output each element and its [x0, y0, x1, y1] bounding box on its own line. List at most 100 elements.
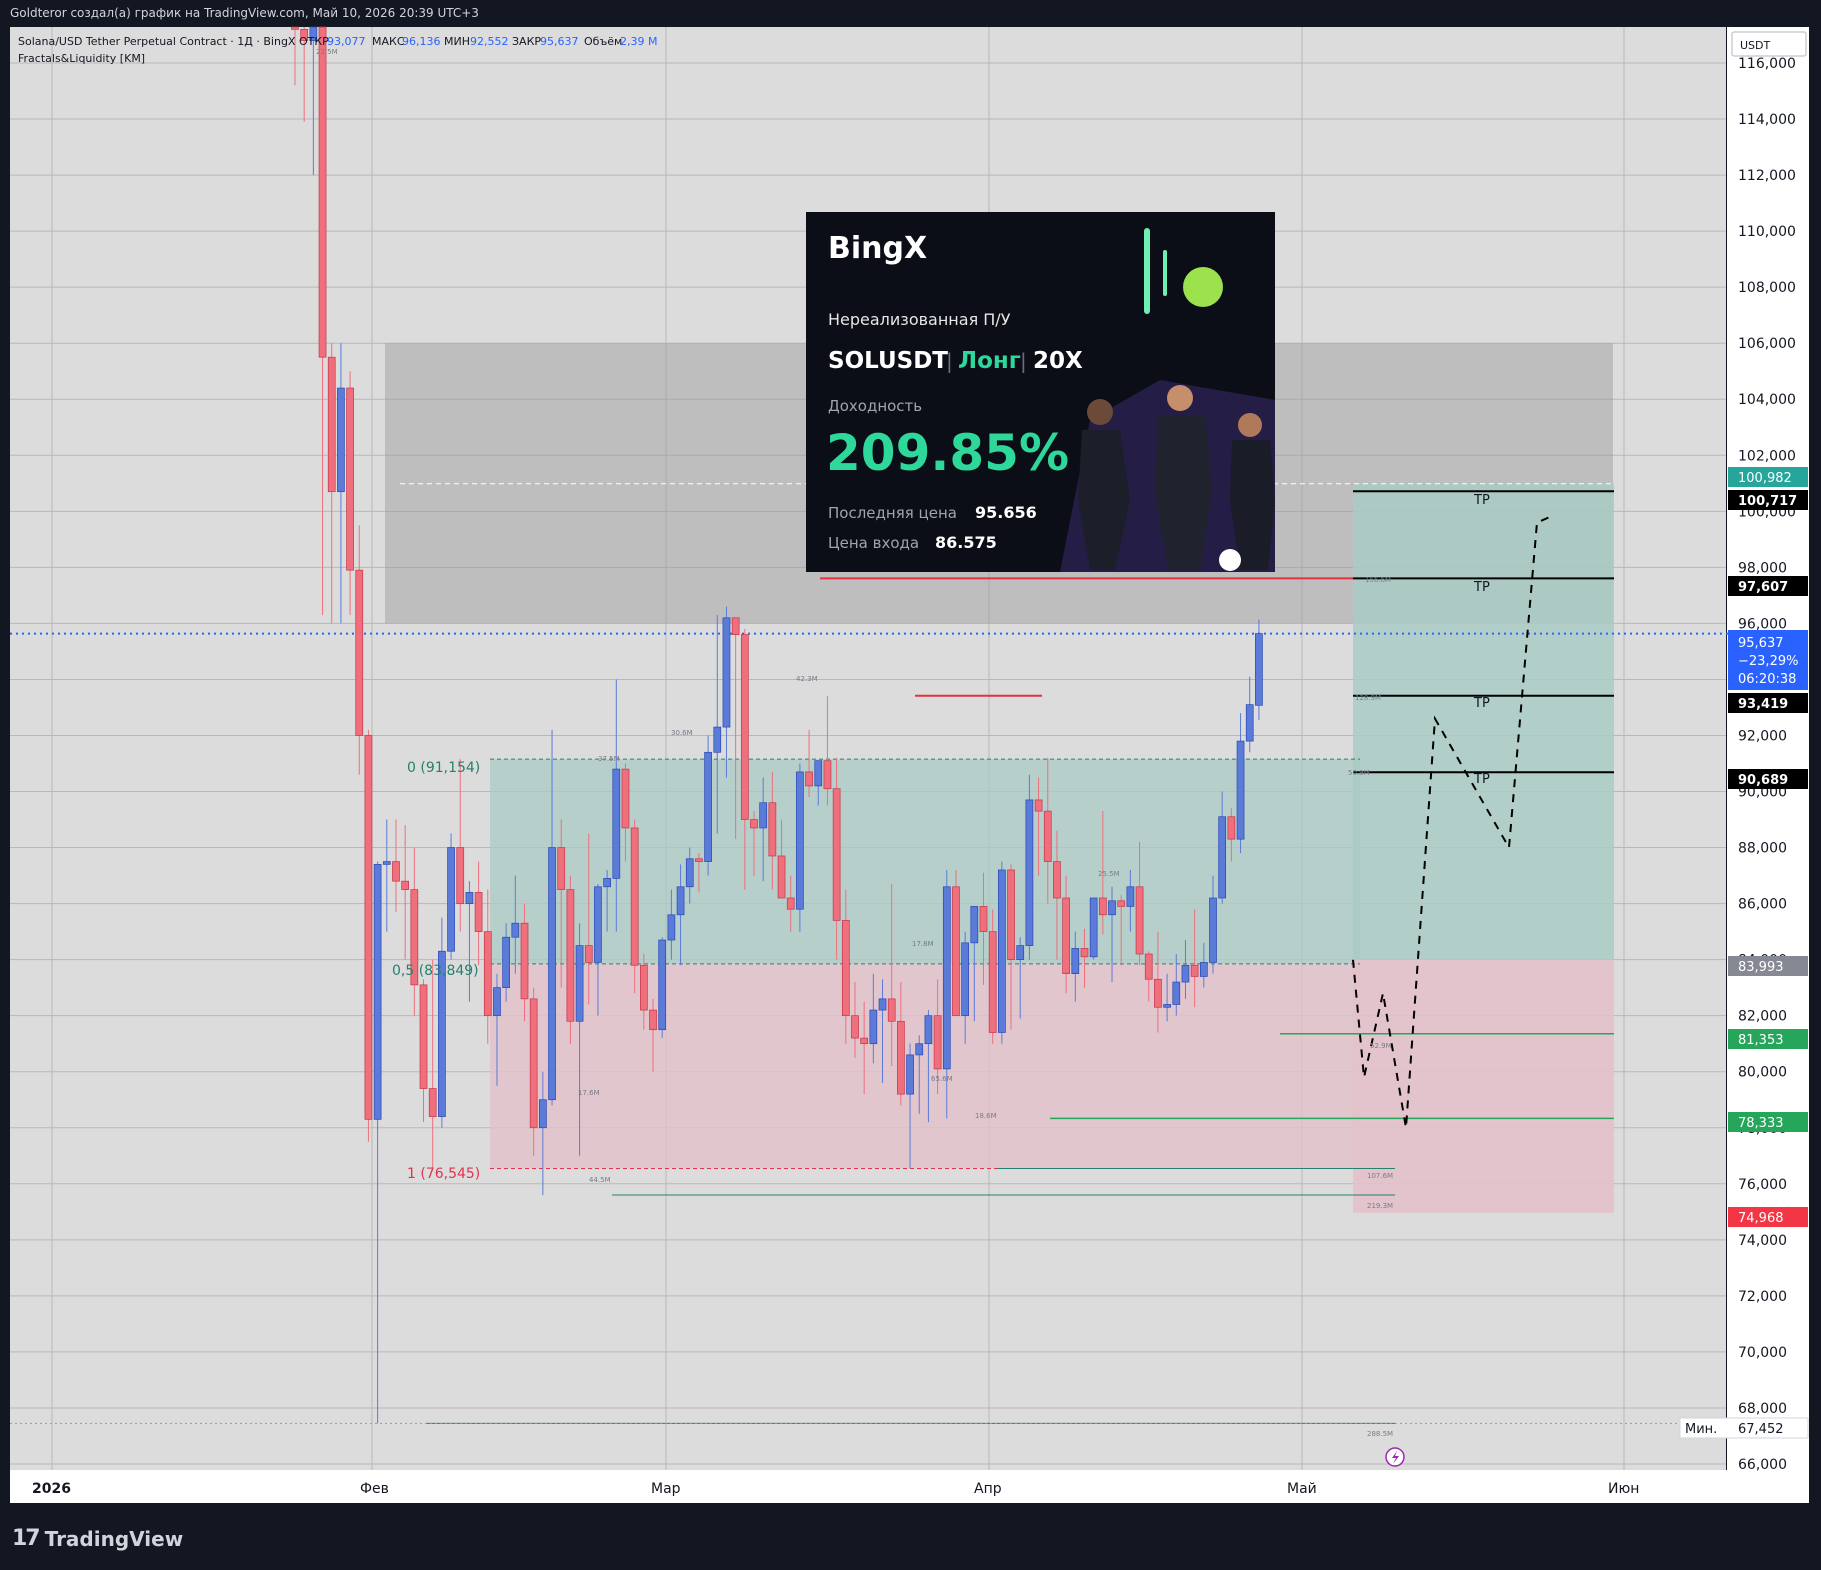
- y-tick-label: 66,000: [1738, 1457, 1787, 1473]
- candle-body: [796, 771, 804, 910]
- y-tick-label: 92,000: [1738, 728, 1787, 744]
- candle-body: [750, 819, 758, 829]
- candle-body: [952, 886, 960, 1017]
- candle-body: [474, 892, 483, 932]
- candle-body: [777, 855, 786, 899]
- candle-body: [1227, 816, 1236, 840]
- candle-body: [998, 869, 1006, 1033]
- promo-yield-value: 209.85%: [826, 424, 1069, 482]
- bar-countdown: 06:20:38: [1738, 672, 1796, 687]
- legend-indicator: Fractals&Liquidity [KM]: [18, 52, 145, 65]
- time-label-mar: Мар: [651, 1481, 681, 1497]
- promo-ball-icon: [1183, 267, 1223, 307]
- volume-tag: 65.6M: [931, 1075, 953, 1083]
- candle-body: [291, 26, 299, 30]
- price-tag-100982-text: 100,982: [1738, 471, 1792, 486]
- tp-label-3: TP: [1473, 696, 1490, 711]
- y-tick-label: 108,000: [1738, 280, 1796, 296]
- candle-body: [1135, 886, 1144, 955]
- price-tag-97607-text: 97,607: [1738, 580, 1788, 595]
- candle-body: [1053, 861, 1061, 899]
- price-tag-90689-text: 90,689: [1738, 773, 1788, 788]
- candle-body: [539, 1099, 547, 1129]
- y-tick-label: 76,000: [1738, 1177, 1787, 1193]
- candle-body: [566, 889, 575, 1022]
- candle-body: [906, 1054, 914, 1095]
- volume-tag: 37.5M: [598, 755, 620, 763]
- candle-body: [621, 768, 630, 829]
- promo-subtitle: Нереализованная П/У: [828, 310, 1011, 329]
- candle-body: [878, 998, 887, 1011]
- candle-body: [520, 922, 529, 1000]
- legend-close-value: 95,637: [540, 35, 579, 48]
- candle-body: [722, 617, 731, 728]
- candle-body: [630, 827, 639, 966]
- candle-body: [639, 964, 648, 1011]
- candle-body: [1126, 886, 1135, 907]
- tp-label-2: TP: [1473, 580, 1490, 595]
- promo-side: Лонг: [958, 348, 1021, 374]
- candle-body: [1236, 740, 1245, 840]
- volume-tag: 128.9M: [1355, 694, 1381, 702]
- promo-brand: BingX: [828, 231, 927, 266]
- candle-body: [493, 987, 501, 1017]
- candle-body: [511, 922, 520, 938]
- promo-last-value: 95.656: [975, 503, 1037, 522]
- promo-bar-icon: [1163, 250, 1167, 296]
- legend-low-value: 92,552: [470, 35, 509, 48]
- candle-body: [548, 847, 556, 1101]
- tp-label-4: TP: [1473, 772, 1490, 787]
- candle-body: [887, 998, 896, 1022]
- y-tick-label: 102,000: [1738, 448, 1796, 464]
- y-tick-label: 72,000: [1738, 1289, 1787, 1305]
- candle-body: [667, 914, 676, 941]
- tradingview-logo[interactable]: 17 TradingView: [12, 1526, 183, 1551]
- promo-leverage: 20X: [1033, 348, 1083, 374]
- candle-body: [676, 886, 685, 916]
- volume-tag: 288.5M: [1367, 1430, 1393, 1438]
- candle-body: [961, 942, 969, 1017]
- legend-open-label: ОТКР: [299, 35, 329, 48]
- last-price-value: 95,637: [1738, 636, 1784, 651]
- candlestick-chart[interactable]: 66,00068,00070,00072,00074,00076,00078,0…: [0, 0, 1821, 1566]
- candle-body: [1108, 900, 1116, 916]
- promo-bar-icon: [1144, 228, 1150, 314]
- y-tick-label: 68,000: [1738, 1401, 1787, 1417]
- candle-body: [649, 1009, 657, 1031]
- legend-close-label: ЗАКР: [512, 35, 541, 48]
- tradingview-brand-text: TradingView: [44, 1526, 184, 1551]
- candle-body: [1172, 981, 1181, 1005]
- time-axis-background: [10, 1470, 1809, 1503]
- volume-tag: 17.6M: [578, 1089, 600, 1097]
- y-tick-label: 88,000: [1738, 841, 1787, 857]
- candle-body: [851, 1015, 859, 1039]
- candle-body: [392, 861, 400, 882]
- legend-high-label: МАКС: [372, 35, 405, 48]
- chart-credit: Goldteror создал(а) график на TradingVie…: [10, 6, 479, 20]
- candle-body: [557, 847, 566, 890]
- tradingview-logo-icon: 17: [12, 1526, 41, 1551]
- promo-last-label: Последняя цена: [828, 504, 957, 522]
- y-tick-label: 98,000: [1738, 560, 1787, 576]
- candle-body: [428, 1088, 437, 1117]
- candle-body: [970, 906, 979, 944]
- candle-body: [695, 858, 703, 862]
- fib-level-1: 1 (76,545): [407, 1166, 480, 1182]
- time-label-apr: Апр: [974, 1481, 1002, 1497]
- candle-body: [337, 387, 345, 493]
- candle-body: [832, 788, 841, 921]
- promo-entry-value: 86.575: [935, 533, 997, 552]
- promo-entry-label: Цена входа: [828, 534, 919, 552]
- candle-body: [1034, 799, 1043, 812]
- candle-body: [594, 886, 602, 963]
- volume-tag: 52.9M: [1370, 1042, 1392, 1050]
- candle-body: [759, 802, 768, 829]
- candle-body: [346, 387, 354, 571]
- promo-yield-label: Доходность: [828, 397, 922, 415]
- price-tag-74968-text: 74,968: [1738, 1211, 1784, 1226]
- price-tag-83993-text: 83,993: [1738, 960, 1784, 975]
- take-profit-zone: [1353, 483, 1614, 960]
- y-tick-label: 110,000: [1738, 224, 1796, 240]
- candle-body: [1098, 897, 1107, 916]
- candle-body: [1255, 633, 1263, 706]
